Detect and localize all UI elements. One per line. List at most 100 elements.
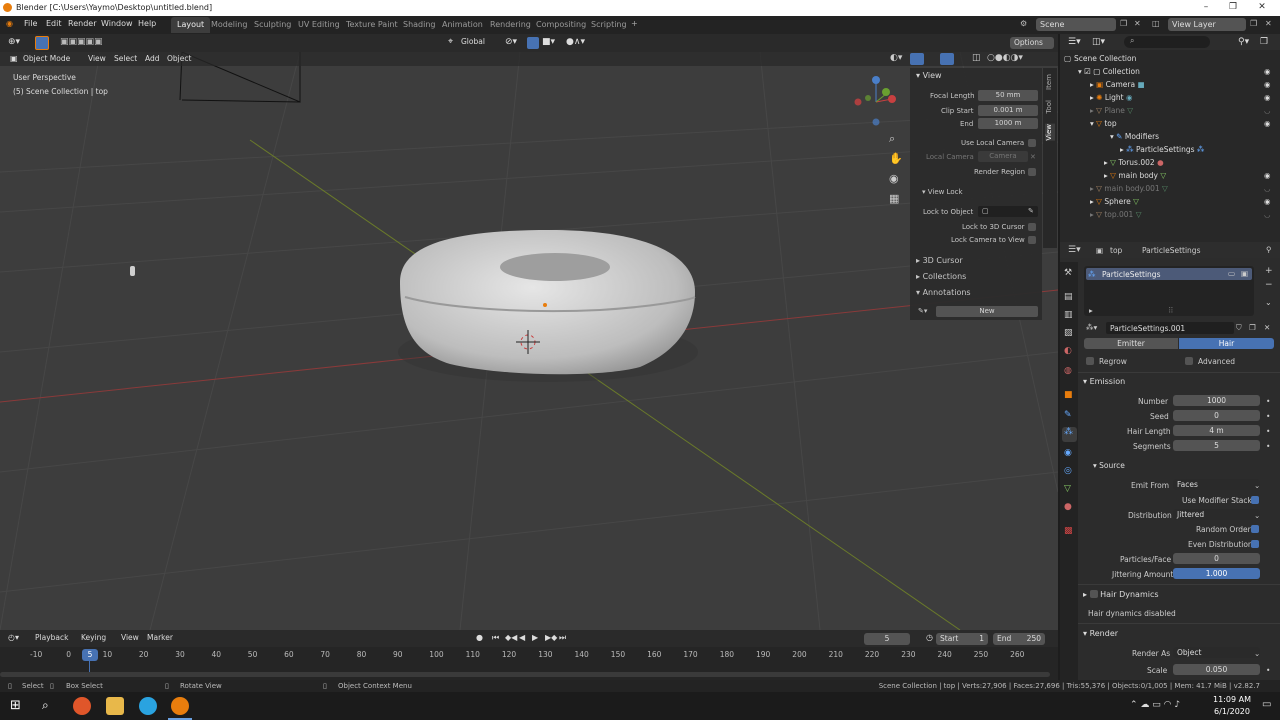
use-local-camera-checkbox[interactable] (1028, 139, 1036, 147)
emit-from-dropdown[interactable]: Faces (1173, 479, 1260, 490)
delete-scene-icon[interactable]: ✕ (1134, 19, 1141, 28)
snap-target-icon[interactable]: ■▾ (542, 37, 555, 47)
list-specials-icon[interactable]: ⌄ (1265, 298, 1272, 307)
new-scene-icon[interactable]: ❐ (1120, 19, 1127, 28)
file-explorer-icon[interactable] (106, 697, 124, 715)
blender-taskbar-icon[interactable] (171, 697, 189, 715)
select-tool-icon[interactable] (35, 36, 49, 50)
visibility-eye-icon[interactable]: ◡ (1264, 210, 1271, 219)
visibility-eye-icon[interactable]: ◉ (1264, 67, 1271, 76)
random-order-checkbox[interactable] (1251, 525, 1259, 533)
jump-end-icon[interactable]: ⏭ (559, 633, 566, 643)
new-view-layer-icon[interactable]: ❐ (1250, 19, 1257, 28)
visibility-eye-icon[interactable]: ◡ (1264, 184, 1271, 193)
source-subpanel-header[interactable]: ▾ Source (1093, 461, 1125, 470)
visibility-eye-icon[interactable]: ◡ (1264, 106, 1271, 115)
visibility-icon[interactable]: ◐▾ (890, 53, 902, 63)
physics-tab-icon[interactable]: ◉ (1064, 448, 1072, 458)
clip-end-field[interactable]: 1000 m (978, 118, 1038, 129)
view-lock-header[interactable]: ▾ View Lock (922, 188, 963, 196)
workspace-tab-scripting[interactable]: Scripting (585, 17, 633, 33)
shading-modes-icon[interactable]: ○●◐◑▾ (987, 53, 1023, 63)
blender-menu-icon[interactable]: ◉ (6, 19, 13, 28)
options-dropdown[interactable]: Options (1010, 37, 1054, 49)
menu-window[interactable]: Window (101, 19, 133, 28)
delete-view-layer-icon[interactable]: ✕ (1265, 19, 1272, 28)
render-panel-header[interactable]: ▾ Render (1083, 629, 1118, 638)
annotations-section[interactable]: ▾ Annotations (916, 288, 971, 297)
tool-tab-icon[interactable]: ⚒ (1064, 268, 1072, 278)
fake-user-icon[interactable]: ⛉ (1236, 323, 1242, 333)
mode-selector[interactable]: Object Mode (23, 54, 70, 63)
texture-tab-icon[interactable]: ▩ (1064, 526, 1073, 536)
settings-browse-icon[interactable]: ⁂▾ (1086, 323, 1097, 332)
prev-keyframe-icon[interactable]: ◆◀ (505, 633, 517, 642)
timeline-ruler[interactable] (0, 648, 1058, 662)
outliner-row-camera[interactable]: ▸ ▣ Camera ■ (1090, 80, 1145, 89)
properties-editor-type-icon[interactable]: ☰▾ (1068, 245, 1081, 255)
view-section-header[interactable]: ▾ View (916, 71, 942, 80)
hair-length-field[interactable]: 4 m (1173, 425, 1260, 436)
menu-file[interactable]: File (24, 19, 37, 28)
regrow-checkbox[interactable] (1086, 357, 1094, 365)
search-icon[interactable]: ⌕ (42, 698, 49, 713)
clock-date[interactable]: 6/1/2020 (1207, 707, 1257, 716)
show-viewport-icon[interactable]: ▭ (1228, 269, 1235, 278)
menu-render[interactable]: Render (68, 19, 96, 28)
emitter-tab[interactable]: Emitter (1084, 338, 1178, 349)
scene-tab-icon[interactable]: ◐ (1064, 346, 1072, 356)
outliner-row-particles[interactable]: ▸ ⁂ ParticleSettings ⁂ (1120, 145, 1204, 154)
keyframe-dot-icon[interactable]: • (1266, 397, 1270, 406)
modifier-tab-icon[interactable]: ✎ (1064, 410, 1072, 420)
firefox-icon[interactable] (73, 697, 91, 715)
distribution-dropdown[interactable]: Jittered (1173, 509, 1260, 520)
visibility-eye-icon[interactable]: ◉ (1264, 171, 1271, 180)
keyframe-dot-icon[interactable]: • (1266, 412, 1270, 421)
orientation-selector[interactable]: Global (461, 37, 485, 46)
number-field[interactable]: 1000 (1173, 395, 1260, 406)
snap-icon[interactable] (527, 37, 539, 49)
outliner-row-torus[interactable]: ▸ ▽ Torus.002 ● (1104, 158, 1164, 167)
preview-range-icon[interactable]: ◷ (926, 633, 933, 642)
outliner-row-modifiers[interactable]: ▾ ✎ Modifiers (1110, 132, 1159, 141)
play-icon[interactable]: ▶ (532, 633, 538, 642)
minimize-button[interactable]: – (1196, 2, 1216, 12)
outliner-row-plane[interactable]: ▸ ▽ Plane ▽ (1090, 106, 1133, 115)
current-frame-field[interactable]: 5 (864, 633, 910, 645)
camera-view-icon[interactable]: ◉ (889, 172, 899, 185)
xray-icon[interactable]: ◫ (972, 53, 981, 63)
grid-view-icon[interactable]: ▦ (889, 192, 899, 205)
render-region-checkbox[interactable] (1028, 168, 1036, 176)
workspace-tab-shading[interactable]: Shading (397, 17, 442, 33)
lock-to-3d-cursor-checkbox[interactable] (1028, 223, 1036, 231)
unlink-settings-icon[interactable]: ✕ (1264, 323, 1270, 332)
render-tab-icon[interactable]: ▤ (1064, 292, 1073, 302)
visibility-eye-icon[interactable]: ◉ (1264, 93, 1271, 102)
show-render-icon[interactable]: ▣ (1241, 269, 1248, 278)
keyframe-dot-icon[interactable]: • (1266, 666, 1270, 675)
collections-section[interactable]: ▸ Collections (916, 272, 966, 281)
particles-face-field[interactable]: 0 (1173, 553, 1260, 564)
select-mode-icons[interactable]: ▣▣▣▣▣ (60, 37, 103, 47)
3d-viewport[interactable]: User Perspective (5) Scene Collection | … (0, 52, 1058, 630)
data-tab-icon[interactable]: ▽ (1064, 484, 1071, 494)
outliner-row-top[interactable]: ▾ ▽ top (1090, 119, 1117, 128)
particle-settings-name-field[interactable]: ParticleSettings.001 (1106, 322, 1234, 334)
material-tab-icon[interactable]: ● (1064, 502, 1072, 512)
outliner-row-top-001[interactable]: ▸ ▽ top.001 ▽ (1090, 210, 1142, 219)
playhead-indicator[interactable]: 5 (82, 649, 98, 661)
pin-icon[interactable]: ⚲ (1266, 245, 1272, 254)
outliner-row-main-body[interactable]: ▸ ▽ main body ▽ (1104, 171, 1166, 180)
tab-item[interactable]: Item (1045, 74, 1055, 90)
editor-type-icon[interactable]: ⊕▾ (8, 37, 20, 47)
constraints-tab-icon[interactable]: ◎ (1064, 466, 1072, 476)
workspace-tab-texture-paint[interactable]: Texture Paint (340, 17, 404, 33)
menu-edit[interactable]: Edit (46, 19, 62, 28)
maximize-button[interactable]: ❐ (1223, 2, 1243, 12)
outliner-root[interactable]: Scene Collection (1074, 54, 1136, 63)
scene-selector[interactable]: Scene (1036, 18, 1116, 31)
end-frame-field[interactable]: End 250 (993, 633, 1045, 645)
outliner-editor-type-icon[interactable]: ☰▾ (1068, 37, 1081, 47)
next-keyframe-icon[interactable]: ▶◆ (545, 633, 557, 642)
list-resize-grip[interactable]: ⠿ (1168, 306, 1174, 315)
